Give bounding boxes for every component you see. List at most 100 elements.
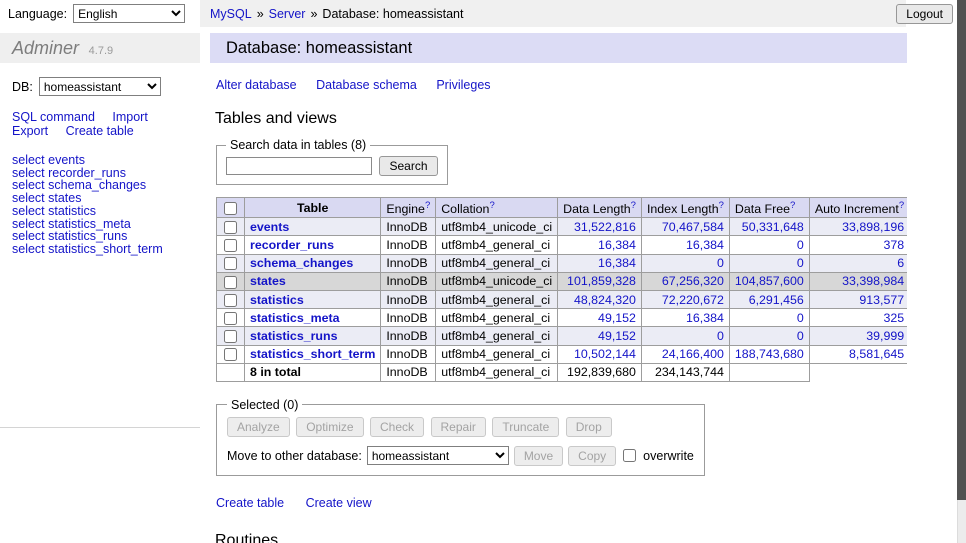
repair-button[interactable]: Repair: [431, 417, 486, 437]
table-row: events InnoDB utf8mb4_unicode_ci 31,522,…: [217, 218, 908, 236]
help-icon[interactable]: ?: [425, 200, 430, 211]
drop-button[interactable]: Drop: [566, 417, 612, 437]
table-link[interactable]: states: [250, 274, 286, 288]
sidebar-item-select-states[interactable]: select states: [12, 192, 200, 205]
sidebar-link-export[interactable]: Export: [12, 124, 48, 138]
overwrite-checkbox[interactable]: [623, 449, 636, 462]
data-free-link[interactable]: 6,291,456: [749, 293, 804, 307]
create-view-link[interactable]: Create view: [306, 496, 372, 510]
help-icon[interactable]: ?: [489, 200, 494, 211]
auto-increment-link[interactable]: 378: [883, 238, 904, 252]
copy-button[interactable]: Copy: [568, 446, 616, 466]
data-free-link[interactable]: 0: [797, 329, 804, 343]
index-length-link[interactable]: 0: [717, 329, 724, 343]
move-db-select[interactable]: homeassistant: [367, 446, 509, 465]
index-length-link[interactable]: 16,384: [686, 238, 724, 252]
table-link[interactable]: statistics_runs: [250, 329, 337, 343]
index-length-link[interactable]: 67,256,320: [662, 274, 724, 288]
column-header-table: Table: [245, 198, 381, 218]
sidebar-divider: [0, 427, 200, 428]
logout-button[interactable]: Logout: [896, 4, 953, 24]
index-length-link[interactable]: 0: [717, 256, 724, 270]
row-checkbox[interactable]: [224, 239, 237, 252]
search-button[interactable]: Search: [379, 156, 437, 176]
data-length-link[interactable]: 101,859,328: [567, 274, 636, 288]
privileges-link[interactable]: Privileges: [436, 78, 490, 92]
help-icon[interactable]: ?: [899, 200, 904, 211]
auto-increment-link[interactable]: 33,398,984: [842, 274, 904, 288]
index-length-link[interactable]: 72,220,672: [662, 293, 724, 307]
index-length-link[interactable]: 70,467,584: [662, 220, 724, 234]
data-free-link[interactable]: 0: [797, 311, 804, 325]
data-length-link[interactable]: 31,522,816: [574, 220, 636, 234]
row-checkbox[interactable]: [224, 312, 237, 325]
sidebar-item-select-statistics-short-term[interactable]: select statistics_short_term: [12, 243, 200, 256]
data-length-link[interactable]: 16,384: [598, 256, 636, 270]
alter-database-link[interactable]: Alter database: [216, 78, 297, 92]
sidebar-link-create-table[interactable]: Create table: [66, 124, 134, 138]
sidebar-item-select-statistics[interactable]: select statistics: [12, 205, 200, 218]
auto-increment-link[interactable]: 6: [897, 256, 904, 270]
overwrite-label: overwrite: [643, 449, 694, 463]
db-select[interactable]: homeassistant: [39, 77, 161, 96]
table-link[interactable]: statistics_short_term: [250, 347, 375, 361]
sidebar-item-select-events[interactable]: select events: [12, 154, 200, 167]
help-icon[interactable]: ?: [790, 200, 795, 211]
analyze-button[interactable]: Analyze: [227, 417, 290, 437]
column-header-label: Data Free: [735, 202, 790, 216]
data-length-link[interactable]: 49,152: [598, 329, 636, 343]
index-length-link[interactable]: 16,384: [686, 311, 724, 325]
auto-increment-link[interactable]: 8,581,645: [849, 347, 904, 361]
table-row: states InnoDB utf8mb4_unicode_ci 101,859…: [217, 272, 908, 290]
row-checkbox[interactable]: [224, 221, 237, 234]
sidebar-link-sql-command[interactable]: SQL command: [12, 110, 95, 124]
table-link[interactable]: recorder_runs: [250, 238, 334, 252]
data-length-link[interactable]: 10,502,144: [574, 347, 636, 361]
index-length-link[interactable]: 24,166,400: [662, 347, 724, 361]
check-button[interactable]: Check: [370, 417, 424, 437]
select-all-checkbox[interactable]: [224, 202, 237, 215]
table-link[interactable]: statistics: [250, 293, 304, 307]
auto-increment-link[interactable]: 33,898,196: [842, 220, 904, 234]
language-select[interactable]: English: [73, 4, 185, 23]
row-checkbox[interactable]: [224, 276, 237, 289]
table-link[interactable]: events: [250, 220, 289, 234]
table-link[interactable]: schema_changes: [250, 256, 353, 270]
auto-increment-link[interactable]: 325: [883, 311, 904, 325]
data-length-link[interactable]: 48,824,320: [574, 293, 636, 307]
collation-cell: utf8mb4_unicode_ci: [436, 272, 558, 290]
table-row: statistics_short_term InnoDB utf8mb4_gen…: [217, 345, 908, 363]
data-free-link[interactable]: 188,743,680: [735, 347, 804, 361]
row-checkbox[interactable]: [224, 348, 237, 361]
help-icon[interactable]: ?: [719, 200, 724, 211]
table-header-row: Table Engine? Collation? Data Length? In…: [217, 198, 908, 218]
data-free-link[interactable]: 104,857,600: [735, 274, 804, 288]
engine-cell: InnoDB: [381, 272, 436, 290]
help-icon[interactable]: ?: [631, 200, 636, 211]
database-schema-link[interactable]: Database schema: [316, 78, 417, 92]
create-table-link[interactable]: Create table: [216, 496, 284, 510]
auto-increment-link[interactable]: 39,999: [866, 329, 904, 343]
table-link[interactable]: statistics_meta: [250, 311, 340, 325]
auto-increment-link[interactable]: 913,577: [859, 293, 904, 307]
vertical-scrollbar[interactable]: [957, 0, 966, 543]
main-content: Database: homeassistant Alter database D…: [200, 27, 907, 543]
row-checkbox[interactable]: [224, 330, 237, 343]
breadcrumb-server-type-link[interactable]: MySQL: [210, 7, 252, 21]
data-free-link[interactable]: 0: [797, 256, 804, 270]
truncate-button[interactable]: Truncate: [492, 417, 559, 437]
breadcrumb-server-link[interactable]: Server: [269, 7, 306, 21]
scrollbar-thumb[interactable]: [957, 0, 966, 500]
data-free-link[interactable]: 50,331,648: [742, 220, 804, 234]
search-input[interactable]: [226, 157, 372, 175]
optimize-button[interactable]: Optimize: [296, 417, 363, 437]
table-row: statistics_meta InnoDB utf8mb4_general_c…: [217, 309, 908, 327]
routines-heading: Routines: [215, 532, 907, 543]
move-button[interactable]: Move: [514, 446, 563, 466]
row-checkbox[interactable]: [224, 294, 237, 307]
row-checkbox[interactable]: [224, 257, 237, 270]
data-free-link[interactable]: 0: [797, 238, 804, 252]
data-length-link[interactable]: 49,152: [598, 311, 636, 325]
data-length-link[interactable]: 16,384: [598, 238, 636, 252]
sidebar-link-import[interactable]: Import: [112, 110, 147, 124]
